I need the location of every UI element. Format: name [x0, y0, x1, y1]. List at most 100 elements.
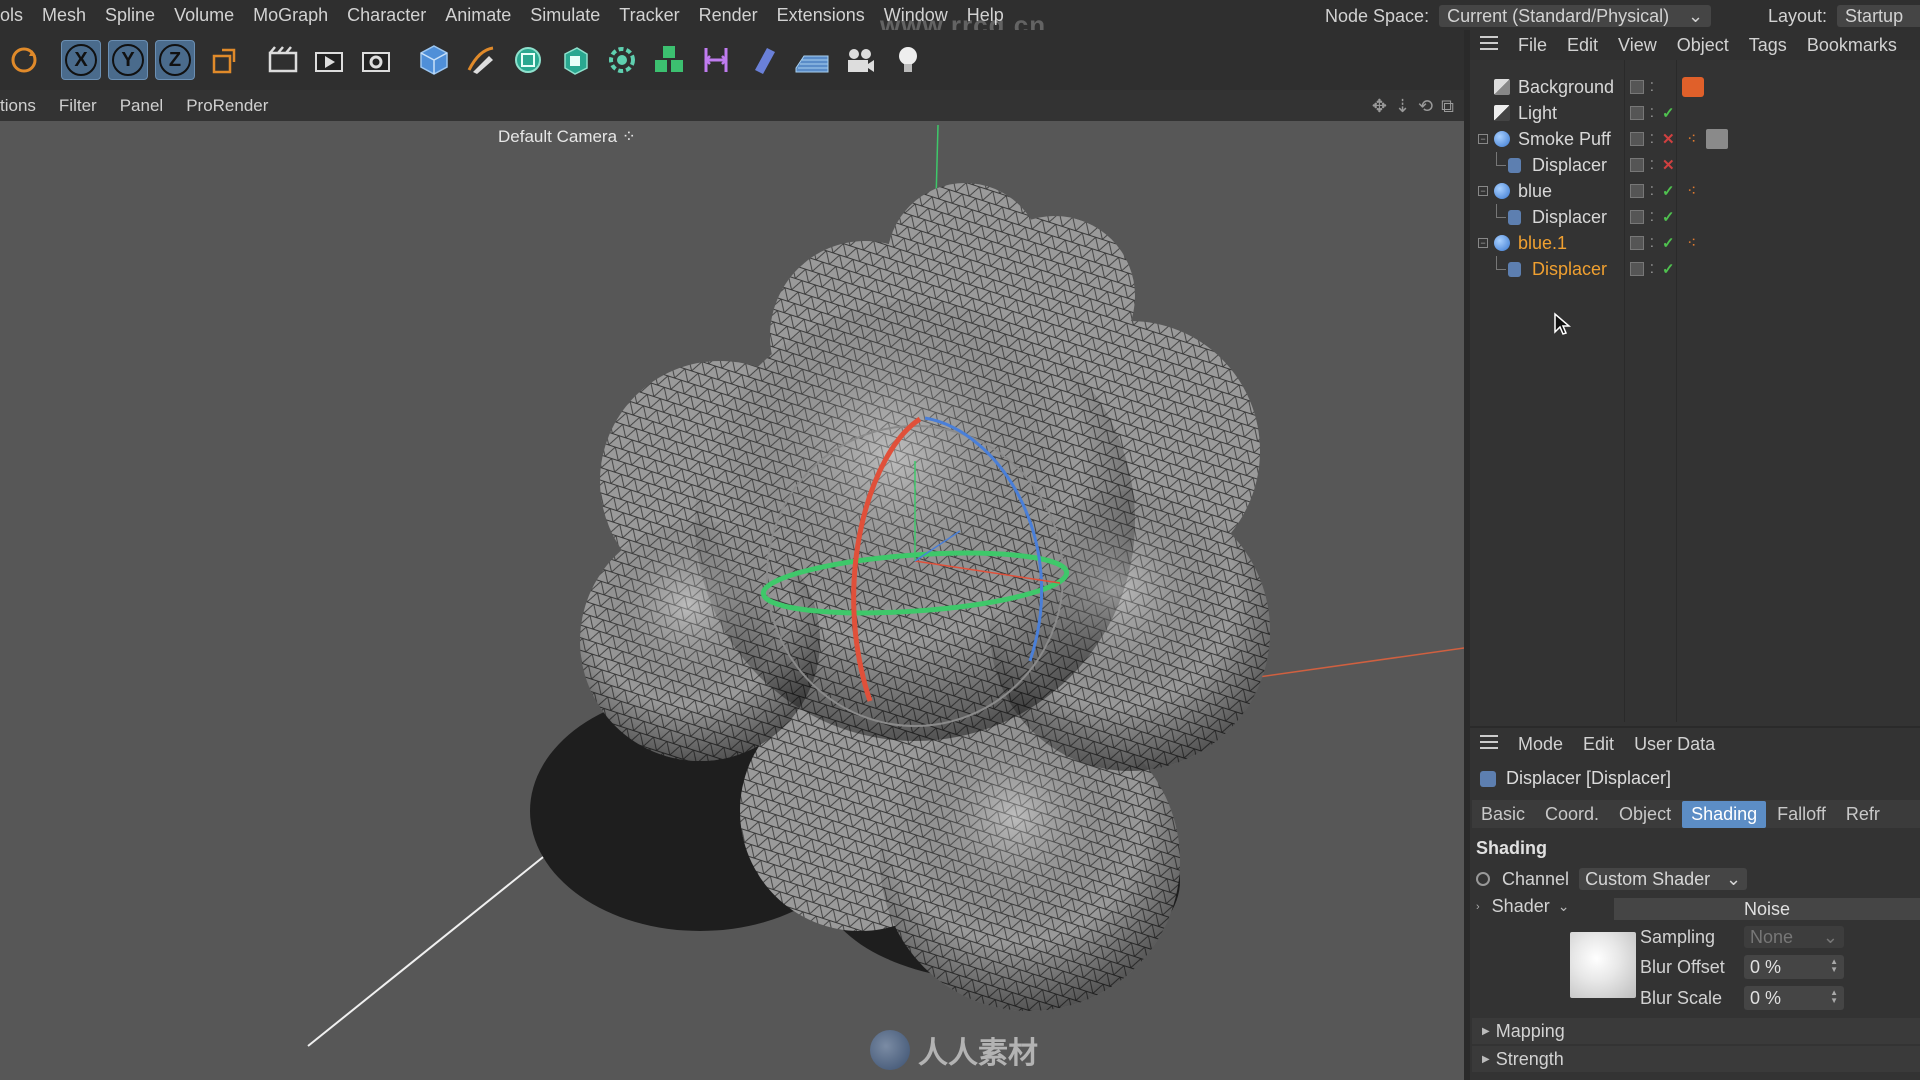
layer-checkbox[interactable] — [1630, 184, 1644, 198]
menu-extensions[interactable]: Extensions — [777, 5, 865, 26]
object-row[interactable]: − blue.1 ⁚ ✓ ⁖ — [1470, 230, 1920, 256]
tab-falloff[interactable]: Falloff — [1768, 801, 1835, 828]
menu-spline[interactable]: Spline — [105, 5, 155, 26]
axis-z-button[interactable]: Z — [155, 40, 195, 80]
visibility-dots-icon[interactable]: ⁚ — [1650, 106, 1654, 120]
menu-mesh[interactable]: Mesh — [42, 5, 86, 26]
floor-icon[interactable] — [792, 40, 832, 80]
menu-tools[interactable]: ols — [0, 5, 23, 26]
om-menu-edit[interactable]: Edit — [1567, 35, 1598, 56]
field-icon[interactable] — [743, 40, 783, 80]
object-name[interactable]: Background — [1518, 77, 1614, 98]
subdivision-icon[interactable] — [508, 40, 548, 80]
layer-checkbox[interactable] — [1630, 158, 1644, 172]
visibility-dots-icon[interactable]: ⁚ — [1650, 210, 1654, 224]
mograph-tag-icon[interactable]: ⁖ — [1687, 233, 1696, 253]
visibility-dots-icon[interactable]: ⁚ — [1650, 80, 1654, 94]
attr-menu-edit[interactable]: Edit — [1583, 734, 1614, 755]
visibility-dots-icon[interactable]: ⁚ — [1650, 158, 1654, 172]
layer-checkbox[interactable] — [1630, 236, 1644, 250]
move-view-icon[interactable]: ✥ — [1372, 96, 1387, 117]
viewport-menu-panel[interactable]: Panel — [120, 96, 163, 116]
layer-checkbox[interactable] — [1630, 262, 1644, 276]
render-region-icon[interactable] — [263, 40, 303, 80]
enabled-check-icon[interactable]: ✓ — [1662, 260, 1675, 278]
object-name[interactable]: Displacer — [1532, 259, 1607, 280]
visibility-dots-icon[interactable]: ⁚ — [1650, 236, 1654, 250]
visibility-dots-icon[interactable]: ⁚ — [1650, 184, 1654, 198]
menu-tracker[interactable]: Tracker — [619, 5, 679, 26]
layout-select[interactable]: Startup — [1837, 5, 1920, 27]
visibility-dots-icon[interactable]: ⁚ — [1650, 262, 1654, 276]
menu-render[interactable]: Render — [699, 5, 758, 26]
cloner-icon[interactable] — [602, 40, 642, 80]
object-row[interactable]: − blue ⁚ ✓ ⁖ — [1470, 178, 1920, 204]
mograph-tag-icon[interactable]: ⁖ — [1687, 181, 1696, 201]
blur-scale-field[interactable]: 0 % ▲ ▼ — [1744, 986, 1844, 1010]
axis-x-button[interactable]: X — [61, 40, 101, 80]
object-row[interactable]: − Smoke Puff ⁚ ✕ ⁖ — [1470, 126, 1920, 152]
enabled-check-icon[interactable]: ✓ — [1662, 104, 1675, 122]
om-menu-tags[interactable]: Tags — [1749, 35, 1787, 56]
object-row[interactable]: Displacer ⁚ ✓ — [1470, 256, 1920, 282]
hamburger-icon[interactable] — [1480, 35, 1498, 55]
object-row[interactable]: Displacer ⁚ ✓ — [1470, 204, 1920, 230]
om-menu-file[interactable]: File — [1518, 35, 1547, 56]
strength-group[interactable]: ▶ Strength — [1472, 1046, 1920, 1072]
extrude-icon[interactable] — [555, 40, 595, 80]
radio-icon[interactable] — [1476, 872, 1490, 886]
node-space-select[interactable]: Current (Standard/Physical) ⌄ — [1439, 5, 1712, 27]
menu-animate[interactable]: Animate — [445, 5, 511, 26]
channel-select[interactable]: Custom Shader ⌄ — [1579, 868, 1748, 890]
visibility-dots-icon[interactable]: ⁚ — [1650, 132, 1654, 146]
disabled-cross-icon[interactable]: ✕ — [1662, 156, 1675, 174]
layer-checkbox[interactable] — [1630, 106, 1644, 120]
object-name[interactable]: Light — [1518, 103, 1557, 124]
stepper-icon[interactable]: ▲ ▼ — [1830, 989, 1838, 1005]
blur-offset-field[interactable]: 0 % ▲ ▼ — [1744, 955, 1844, 979]
tab-object[interactable]: Object — [1610, 801, 1680, 828]
layer-checkbox[interactable] — [1630, 80, 1644, 94]
dolly-view-icon[interactable]: ⇣ — [1395, 96, 1410, 117]
viewport-menu-prorender[interactable]: ProRender — [186, 96, 268, 116]
menu-character[interactable]: Character — [347, 5, 426, 26]
collapse-toggle-icon[interactable]: − — [1478, 134, 1488, 144]
tab-shading[interactable]: Shading — [1682, 800, 1767, 828]
3d-viewport[interactable]: Default Camera ⁘ — [0, 121, 1464, 1080]
om-menu-bookmarks[interactable]: Bookmarks — [1807, 35, 1897, 56]
shader-menu-chevron-icon[interactable]: ⌄ — [1558, 898, 1570, 915]
coordinate-system-icon[interactable] — [204, 40, 244, 80]
object-row[interactable]: Light ⁚ ✓ — [1470, 100, 1920, 126]
stepper-icon[interactable]: ▲ ▼ — [1830, 958, 1838, 974]
maximize-view-icon[interactable]: ⧉ — [1441, 96, 1454, 117]
object-row[interactable]: Background ⁚ — [1470, 74, 1920, 100]
mograph-tag-icon[interactable]: ⁖ — [1687, 129, 1696, 149]
disabled-cross-icon[interactable]: ✕ — [1662, 130, 1675, 148]
layer-checkbox[interactable] — [1630, 132, 1644, 146]
material-tag-orange-icon[interactable] — [1682, 77, 1704, 97]
om-menu-object[interactable]: Object — [1677, 35, 1729, 56]
light-icon[interactable] — [888, 40, 928, 80]
render-view-icon[interactable] — [309, 40, 349, 80]
enabled-check-icon[interactable]: ✓ — [1662, 234, 1675, 252]
object-name[interactable]: Smoke Puff — [1518, 129, 1611, 150]
expand-arrow-icon[interactable]: › — [1476, 901, 1480, 913]
camera-label[interactable]: Default Camera ⁘ — [498, 127, 636, 147]
render-settings-icon[interactable] — [356, 40, 396, 80]
enabled-check-icon[interactable]: ✓ — [1662, 182, 1675, 200]
tab-coord[interactable]: Coord. — [1536, 801, 1608, 828]
menu-volume[interactable]: Volume — [174, 5, 234, 26]
axis-y-button[interactable]: Y — [108, 40, 148, 80]
mograph-icon[interactable] — [649, 40, 689, 80]
hamburger-icon[interactable] — [1480, 734, 1498, 754]
tab-refresh[interactable]: Refr — [1837, 801, 1889, 828]
viewport-menu-options[interactable]: tions — [0, 96, 36, 116]
material-tag-icon[interactable] — [1706, 129, 1728, 149]
shader-noise-button[interactable]: Noise — [1614, 898, 1920, 920]
deformer-icon[interactable] — [696, 40, 736, 80]
sampling-select[interactable]: None ⌄ — [1744, 926, 1844, 948]
pen-icon[interactable] — [461, 40, 501, 80]
object-name[interactable]: blue.1 — [1518, 233, 1567, 254]
attr-menu-mode[interactable]: Mode — [1518, 734, 1563, 755]
rotate-icon[interactable] — [4, 40, 44, 80]
